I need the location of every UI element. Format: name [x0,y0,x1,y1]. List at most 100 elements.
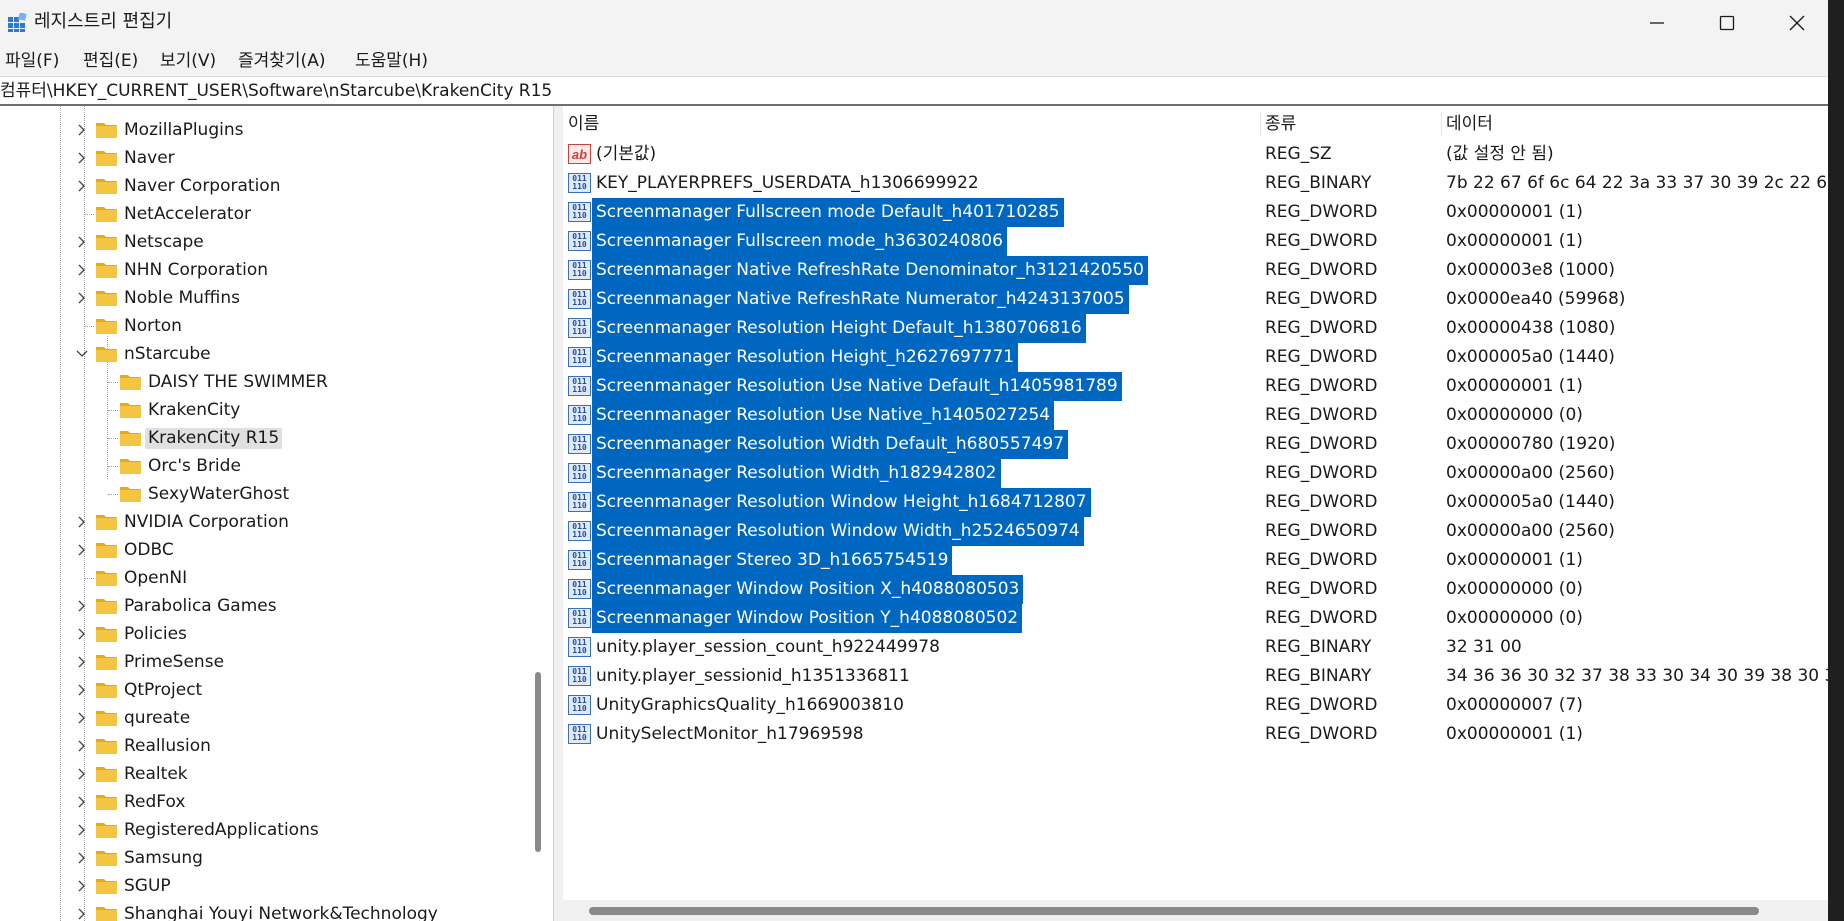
tree-item[interactable]: Reallusion [0,733,530,759]
values-list-pane[interactable]: 이름 종류 데이터 ab (기본값) REG_SZ (값 설정 안 됨) 011 110 K… [563,106,1828,921]
value-row[interactable]: 011 110 Screenmanager Resolution Width_h18… [563,459,1828,488]
column-header-data[interactable]: 데이터 [1446,114,1493,134]
value-row[interactable]: 011 110 Screenmanager Native RefreshRate N… [563,285,1828,314]
tree-item[interactable]: Netscape [0,229,530,255]
tree-item[interactable]: qureate [0,705,530,731]
value-name: UnitySelectMonitor_h17969598 [596,724,864,744]
tree-item[interactable]: PrimeSense [0,649,530,675]
title-bar[interactable]: 레지스트리 편집기 [0,0,1828,46]
value-row[interactable]: ab (기본값) REG_SZ (값 설정 안 됨) [563,140,1828,169]
close-button[interactable] [1762,0,1828,46]
value-row[interactable]: 011 110 Screenmanager Resolution Width Def… [563,430,1828,459]
chevron-right-icon[interactable] [75,515,89,529]
chevron-right-icon[interactable] [75,767,89,781]
tree-item[interactable]: Parabolica Games [0,593,530,619]
chevron-right-icon[interactable] [75,683,89,697]
value-row[interactable]: 011 110 Screenmanager Fullscreen mode_h363… [563,227,1828,256]
tree-item[interactable]: Shanghai Youyi Network&Technology [0,901,530,921]
minimize-button[interactable] [1622,0,1692,46]
chevron-right-icon[interactable] [75,739,89,753]
menu-favorites[interactable]: 즐겨찾기(A) [238,50,325,72]
tree-item[interactable]: Norton [0,313,530,339]
tree-item[interactable]: RedFox [0,789,530,815]
value-row[interactable]: 011 110 Screenmanager Resolution Window He… [563,488,1828,517]
menu-help[interactable]: 도움말(H) [355,50,428,72]
folder-icon [96,627,117,642]
tree-item[interactable]: RegisteredApplications [0,817,530,843]
value-row[interactable]: 011 110 unity.player_session_count_h922449… [563,633,1828,662]
tree-item[interactable]: Realtek [0,761,530,787]
chevron-right-icon[interactable] [75,655,89,669]
tree-item[interactable]: OpenNI [0,565,530,591]
column-header-type[interactable]: 종류 [1265,114,1296,134]
tree-item[interactable]: KrakenCity R15 [0,425,530,451]
value-name: Screenmanager Fullscreen mode Default_h4… [592,198,1064,227]
chevron-right-icon[interactable] [75,263,89,277]
chevron-right-icon[interactable] [75,907,89,921]
menu-file[interactable]: 파일(F) [5,50,59,72]
chevron-right-icon[interactable] [75,599,89,613]
tree-item[interactable]: SexyWaterGhost [0,481,530,507]
chevron-right-icon[interactable] [75,823,89,837]
value-row[interactable]: 011 110 Screenmanager Resolution Height De… [563,314,1828,343]
value-row[interactable]: 011 110 Screenmanager Resolution Window Wi… [563,517,1828,546]
chevron-right-icon[interactable] [75,543,89,557]
value-row[interactable]: 011 110 UnityGraphicsQuality_h1669003810 RE… [563,691,1828,720]
tree-item-label: KrakenCity [148,400,241,420]
chevron-right-icon[interactable] [75,711,89,725]
value-row[interactable]: 011 110 Screenmanager Window Position X_h4… [563,575,1828,604]
value-data: 34 36 36 30 32 37 38 33 30 34 30 39 38 3… [1446,666,1828,686]
tree-item[interactable]: NVIDIA Corporation [0,509,530,535]
tree-item[interactable]: NetAccelerator [0,201,530,227]
column-divider[interactable] [1260,112,1261,136]
column-header-name[interactable]: 이름 [568,114,599,134]
menu-edit[interactable]: 편집(E) [83,50,138,72]
tree-item[interactable]: ODBC [0,537,530,563]
value-row[interactable]: 011 110 Screenmanager Resolution Use Nativ… [563,401,1828,430]
horizontal-scrollbar-thumb[interactable] [589,907,1759,915]
chevron-right-icon[interactable] [75,235,89,249]
tree-item[interactable]: MozillaPlugins [0,117,530,143]
tree-item[interactable]: Policies [0,621,530,647]
value-row[interactable]: 011 110 unity.player_sessionid_h1351336811… [563,662,1828,691]
horizontal-scrollbar[interactable] [563,900,1828,921]
chevron-right-icon[interactable] [75,851,89,865]
value-row[interactable]: 011 110 Screenmanager Fullscreen mode Defa… [563,198,1828,227]
value-row[interactable]: 011 110 Screenmanager Resolution Height_h2… [563,343,1828,372]
chevron-right-icon[interactable] [75,123,89,137]
tree-item[interactable]: nStarcube [0,341,530,367]
tree-item[interactable]: Samsung [0,845,530,871]
maximize-button[interactable] [1692,0,1762,46]
tree-item[interactable]: SGUP [0,873,530,899]
tree-item[interactable]: Orc's Bride [0,453,530,479]
address-path[interactable]: 컴퓨터\HKEY_CURRENT_USER\Software\nStarcube… [0,81,552,101]
value-row[interactable]: 011 110 Screenmanager Window Position Y_h4… [563,604,1828,633]
tree-item[interactable]: Naver [0,145,530,171]
chevron-right-icon[interactable] [75,795,89,809]
tree-item[interactable]: KrakenCity [0,397,530,423]
chevron-down-icon[interactable] [75,347,89,361]
tree-item[interactable]: Naver Corporation [0,173,530,199]
tree-connector [85,578,94,579]
chevron-right-icon[interactable] [75,151,89,165]
address-bar[interactable]: 컴퓨터\HKEY_CURRENT_USER\Software\nStarcube… [0,76,1828,105]
value-row[interactable]: 011 110 Screenmanager Stereo 3D_h166575451… [563,546,1828,575]
value-row[interactable]: 011 110 Screenmanager Resolution Use Nativ… [563,372,1828,401]
chevron-right-icon[interactable] [75,179,89,193]
chevron-right-icon[interactable] [75,291,89,305]
menu-view[interactable]: 보기(V) [160,50,216,72]
tree-item-label: DAISY THE SWIMMER [148,372,328,392]
column-divider[interactable] [1441,112,1442,136]
tree-item[interactable]: QtProject [0,677,530,703]
tree-scrollbar-thumb[interactable] [535,672,541,852]
value-row[interactable]: 011 110 KEY_PLAYERPREFS_USERDATA_h13066999… [563,169,1828,198]
chevron-right-icon[interactable] [75,627,89,641]
value-row[interactable]: 011 110 Screenmanager Native RefreshRate D… [563,256,1828,285]
tree-item[interactable]: Noble Muffins [0,285,530,311]
key-tree-pane[interactable]: MozillaPlugins Naver Naver Corporation NetA… [0,106,553,921]
tree-item[interactable]: DAISY THE SWIMMER [0,369,530,395]
binary-value-icon: 011 110 [568,289,591,309]
chevron-right-icon[interactable] [75,879,89,893]
tree-item[interactable]: NHN Corporation [0,257,530,283]
value-row[interactable]: 011 110 UnitySelectMonitor_h17969598 REG_DW… [563,720,1828,749]
